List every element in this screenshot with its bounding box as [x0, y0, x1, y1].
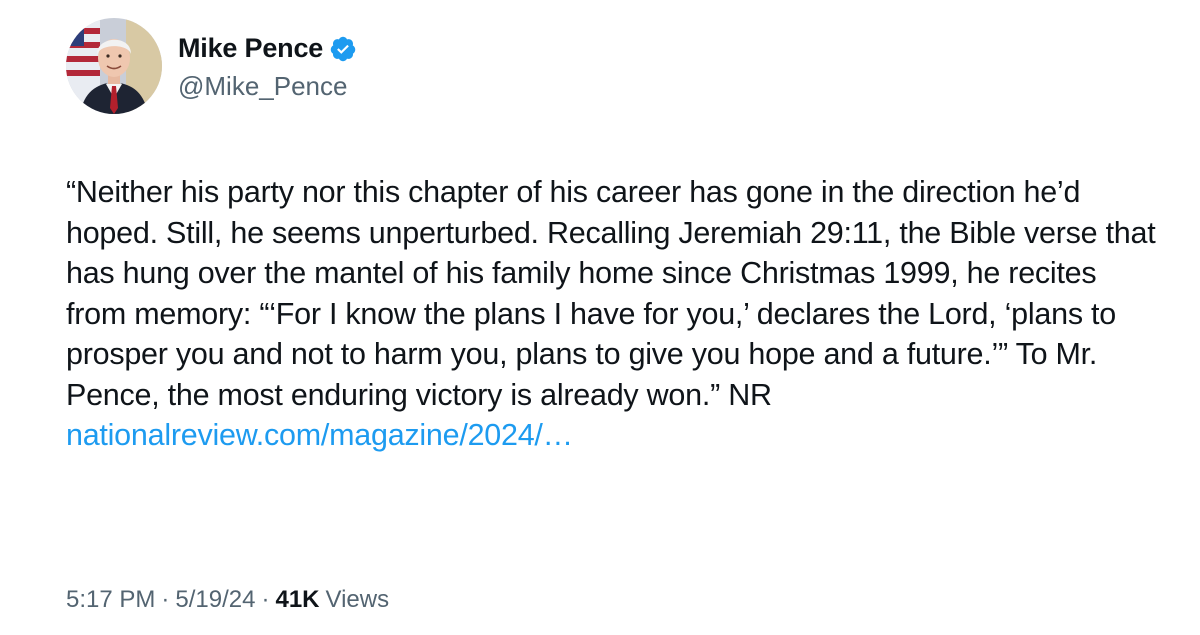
author-display-name[interactable]: Mike Pence — [178, 33, 323, 64]
tweet-text: “Neither his party nor this chapter of h… — [66, 172, 1156, 456]
tweet-meta: 5:17 PM · 5/19/24 · 41K Views — [66, 586, 389, 614]
tweet-header: Mike Pence @Mike_Pence — [66, 18, 357, 114]
author-name-row: Mike Pence — [178, 31, 357, 67]
tweet-body-text: “Neither his party nor this chapter of h… — [66, 175, 1156, 412]
meta-separator: · — [261, 586, 270, 613]
tweet-link[interactable]: nationalreview.com/magazine/2024/… — [66, 418, 573, 452]
author-handle[interactable]: @Mike_Pence — [178, 71, 357, 102]
tweet-time[interactable]: 5:17 PM — [66, 586, 155, 614]
verified-badge-icon[interactable] — [329, 35, 357, 63]
views-label: Views — [325, 586, 390, 613]
views-count[interactable]: 41K — [275, 586, 319, 614]
tweet-date[interactable]: 5/19/24 — [175, 586, 255, 614]
tweet-card: Mike Pence @Mike_Pence “Neither his part… — [0, 0, 1200, 635]
meta-separator: · — [161, 586, 170, 613]
profile-photo-icon — [66, 18, 162, 114]
author-identity: Mike Pence @Mike_Pence — [178, 31, 357, 102]
author-avatar[interactable] — [66, 18, 162, 114]
